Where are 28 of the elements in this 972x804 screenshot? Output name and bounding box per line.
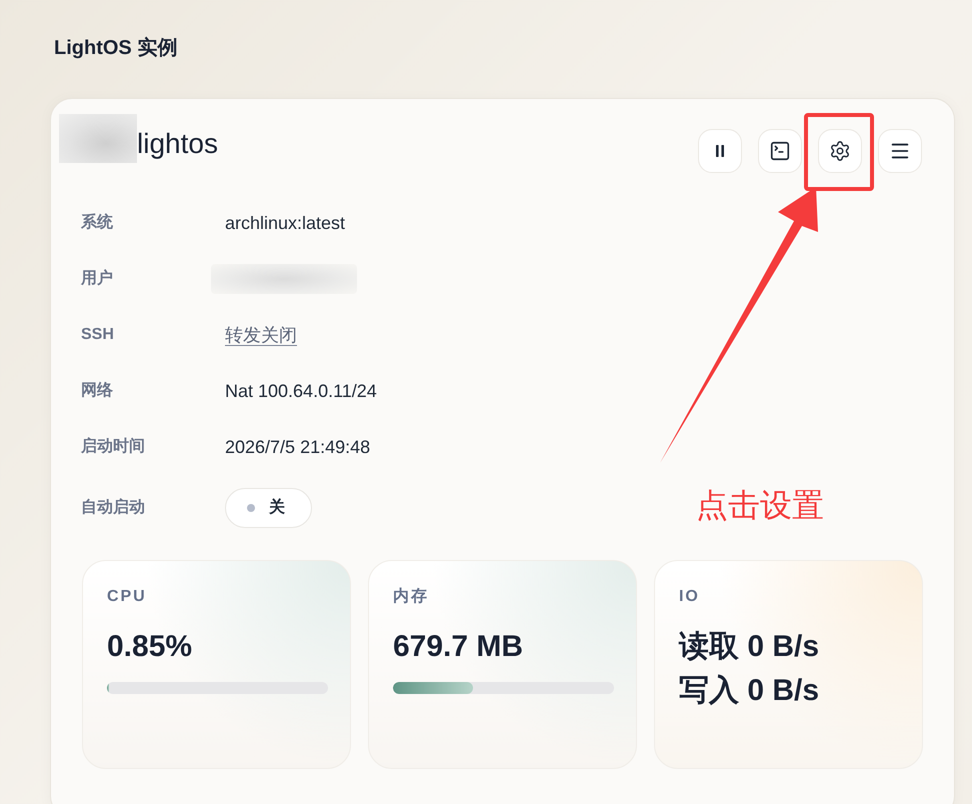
stat-value: 写入 0 B/s	[679, 673, 820, 709]
terminal-button[interactable]	[758, 129, 802, 173]
detail-label: 网络	[81, 380, 114, 401]
detail-value: 2026/7/5 21:49:48	[225, 436, 370, 459]
stat-label: CPU	[107, 587, 148, 607]
pause-icon	[716, 145, 724, 157]
settings-button[interactable]	[818, 129, 862, 173]
detail-label: 自动启动	[81, 497, 146, 518]
ssh-link[interactable]: 转发关闭	[225, 323, 297, 347]
pause-button[interactable]	[698, 129, 742, 173]
stat-value: 0.85%	[107, 629, 194, 665]
settings-icon	[829, 140, 851, 162]
menu-button[interactable]	[878, 129, 922, 173]
terminal-icon	[769, 140, 791, 162]
stat-value: 679.7 MB	[393, 629, 524, 665]
detail-label: 启动时间	[81, 436, 146, 457]
detail-value: Nat 100.64.0.11/24	[225, 380, 377, 403]
toggle-switch[interactable]: 关	[225, 488, 312, 528]
page-title: LightOS 实例	[54, 36, 178, 61]
detail-label: 用户	[81, 268, 114, 289]
stat-label: 内存	[393, 587, 430, 607]
stat-label: IO	[679, 587, 701, 607]
stat-value: 读取 0 B/s	[679, 629, 820, 665]
detail-label: 系统	[81, 212, 114, 233]
callout-text: 点击设置	[696, 486, 824, 525]
detail-label: SSH	[81, 325, 115, 345]
detail-value: archlinux:latest	[225, 212, 346, 235]
instance-name: lightos	[137, 128, 218, 160]
